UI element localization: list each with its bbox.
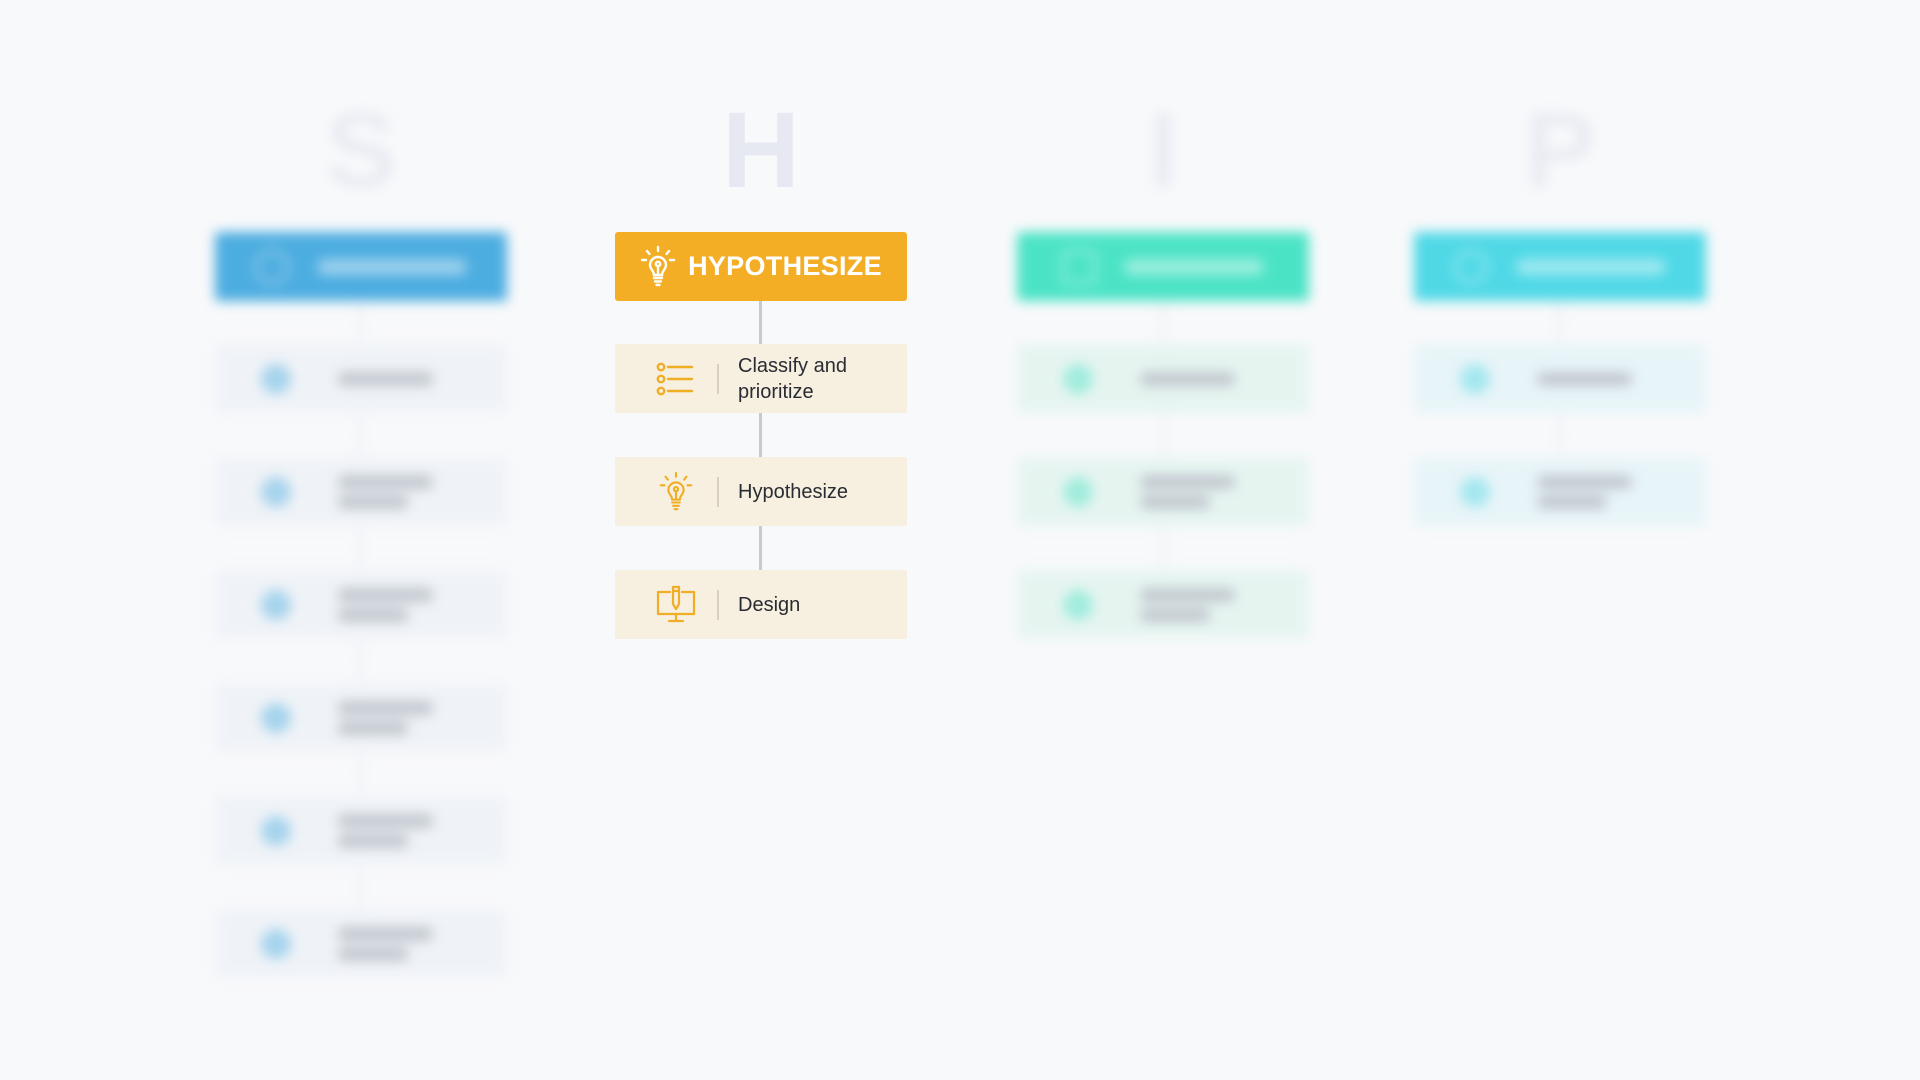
step-label-placeholder [1140, 469, 1235, 515]
step-card-placeholder [1017, 344, 1309, 413]
step-label-placeholder [338, 469, 433, 515]
column-3: I [1017, 0, 1309, 1080]
step-card-placeholder [215, 796, 507, 865]
step-card-classify[interactable]: Classify and prioritize [615, 344, 907, 413]
step-label: Classify and prioritize [738, 354, 847, 403]
step-label-placeholder [338, 695, 433, 741]
connector-line [759, 526, 762, 570]
header-icon [1062, 249, 1096, 284]
column-letter: H [722, 89, 800, 210]
step-label: Design [738, 593, 801, 616]
header-label-placeholder [317, 258, 467, 275]
step-card-placeholder [1017, 457, 1309, 526]
step-label: Hypothesize [738, 480, 849, 503]
step-icon [254, 922, 298, 966]
connector-line [759, 301, 762, 345]
lightbulb-icon [640, 245, 676, 289]
step-icon [254, 583, 298, 627]
column-4: P [1414, 0, 1706, 1080]
header-label-placeholder [1124, 258, 1264, 275]
card-separator [717, 589, 719, 620]
column-header [1017, 232, 1309, 301]
column-letter: S [324, 89, 398, 210]
header-icon [255, 249, 289, 284]
step-label-placeholder [1140, 366, 1235, 392]
step-label-placeholder [1140, 582, 1235, 628]
step-label-placeholder [1537, 469, 1632, 515]
column-letter: I [1147, 89, 1178, 210]
step-label-placeholder [338, 921, 433, 967]
step-card-placeholder [215, 909, 507, 978]
step-card-placeholder [215, 570, 507, 639]
column-header [215, 232, 507, 301]
step-card-placeholder [215, 457, 507, 526]
card-separator [717, 476, 719, 507]
step-card-placeholder [1414, 344, 1706, 413]
step-label-placeholder [338, 366, 433, 392]
step-label-placeholder [338, 582, 433, 628]
column-header [1414, 232, 1706, 301]
lightbulb-icon [654, 470, 698, 514]
column-hypothesize: H HYPOTHESIZE Classify and prioritize Hy… [615, 0, 907, 1080]
step-label-placeholder [338, 808, 433, 854]
step-card-hypothesize[interactable]: Hypothesize [615, 457, 907, 526]
monitor-pencil-icon [654, 583, 698, 627]
step-card-design[interactable]: Design [615, 570, 907, 639]
column-letter: P [1523, 89, 1597, 210]
step-card-placeholder [215, 683, 507, 752]
header-icon [1454, 249, 1488, 284]
step-label-placeholder [1537, 366, 1632, 392]
hypothesize-header[interactable]: HYPOTHESIZE [615, 232, 907, 301]
step-icon [1453, 470, 1497, 514]
step-icon [1056, 357, 1100, 401]
hypothesize-title: HYPOTHESIZE [688, 251, 882, 281]
step-icon [1056, 470, 1100, 514]
step-icon [254, 470, 298, 514]
step-icon [254, 696, 298, 740]
step-card-placeholder [1017, 570, 1309, 639]
step-card-placeholder [1414, 457, 1706, 526]
step-icon [254, 357, 298, 401]
column-1: S [215, 0, 507, 1080]
card-separator [717, 363, 719, 394]
step-icon [1453, 357, 1497, 401]
step-icon [254, 809, 298, 853]
step-card-placeholder [215, 344, 507, 413]
header-label-placeholder [1516, 258, 1666, 275]
list-icon [654, 357, 698, 401]
connector-line [759, 413, 762, 457]
step-icon [1056, 583, 1100, 627]
